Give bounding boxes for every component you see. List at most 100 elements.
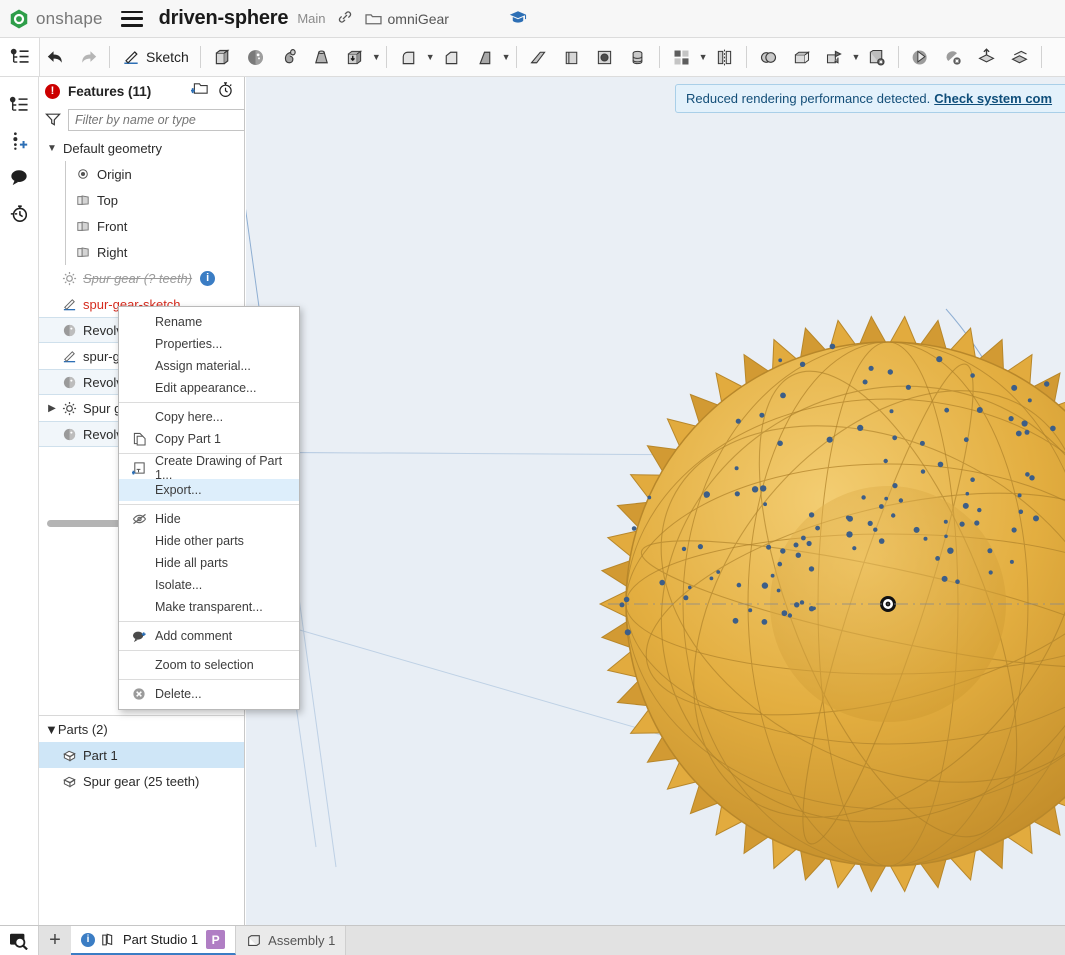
menu-item-isolate[interactable]: Isolate...: [119, 574, 299, 596]
features-header: ! Features (11): [39, 77, 244, 105]
part-row-part-1[interactable]: Part 1: [39, 742, 244, 768]
pattern-icon[interactable]: [665, 38, 698, 76]
sidebar-item-right[interactable]: Right: [39, 239, 244, 265]
chamfer-icon[interactable]: [435, 38, 468, 76]
toolbar-divider: [515, 46, 517, 68]
plane-icon[interactable]: [904, 38, 937, 76]
rollback-timer-icon[interactable]: [217, 81, 234, 101]
chevron-right-icon[interactable]: ▶: [45, 403, 59, 414]
zoom-to-fit-icon[interactable]: [0, 926, 39, 955]
menu-item-add-comment[interactable]: Add comment: [119, 625, 299, 647]
toolbar-divider: [109, 46, 110, 68]
rib-icon[interactable]: [522, 38, 555, 76]
feature-tree-icon[interactable]: [3, 87, 35, 123]
sidebar-item-origin[interactable]: Origin: [39, 161, 244, 187]
add-comment-icon: [127, 630, 151, 643]
menu-item-rename[interactable]: Rename: [119, 311, 299, 333]
folder-name[interactable]: omniGear: [388, 11, 449, 27]
link-icon[interactable]: [337, 9, 353, 28]
features-title: Features (11): [68, 83, 152, 99]
undo-button[interactable]: [40, 38, 72, 76]
onshape-logo-icon[interactable]: [8, 8, 30, 30]
chevron-down-icon[interactable]: ▼: [372, 52, 381, 62]
add-tab-button[interactable]: +: [39, 926, 71, 955]
menu-item-hide-other-parts[interactable]: Hide other parts: [119, 530, 299, 552]
thicken-icon[interactable]: [338, 38, 371, 76]
part-row-spur-gear[interactable]: Spur gear (25 teeth): [39, 768, 244, 794]
mirror-icon[interactable]: [708, 38, 741, 76]
part-icon: [59, 774, 79, 788]
chevron-down-icon[interactable]: ▼: [426, 52, 435, 62]
menu-separator: [119, 504, 299, 505]
history-icon[interactable]: [3, 195, 35, 231]
transform-icon[interactable]: [818, 38, 851, 76]
thread-icon[interactable]: [621, 38, 654, 76]
menu-separator: [119, 679, 299, 680]
parts-header[interactable]: ▼ Parts (2): [39, 716, 244, 742]
menu-item-zoom-to-selection[interactable]: Zoom to selection: [119, 654, 299, 676]
extrude-icon[interactable]: [206, 38, 239, 76]
shell-icon[interactable]: [555, 38, 588, 76]
toolbar-divider: [745, 46, 747, 68]
sweep-icon[interactable]: [272, 38, 305, 76]
tab-part-studio-1[interactable]: i Part Studio 1 P: [71, 926, 237, 955]
sidebar-item-front[interactable]: Front: [39, 213, 244, 239]
tree-group-default-geometry[interactable]: ▼ Default geometry: [39, 135, 244, 161]
menu-item-properties[interactable]: Properties...: [119, 333, 299, 355]
menu-item-create-drawing[interactable]: Create Drawing of Part 1...: [119, 454, 299, 482]
menu-item-hide[interactable]: Hide: [119, 508, 299, 530]
fillet-icon[interactable]: [392, 38, 425, 76]
menu-item-label: Hide: [155, 512, 181, 526]
menu-item-hide-all-parts[interactable]: Hide all parts: [119, 552, 299, 574]
menu-item-assign-material[interactable]: Assign material...: [119, 355, 299, 377]
tab-assembly-1[interactable]: Assembly 1: [236, 926, 347, 955]
menu-item-delete[interactable]: Delete...: [119, 683, 299, 705]
menu-item-export[interactable]: Export...: [119, 479, 299, 501]
banner-link[interactable]: Check system com: [934, 91, 1052, 106]
hide-eye-icon: [127, 513, 151, 525]
folder-icon[interactable]: [364, 12, 382, 26]
main-toolbar: Sketch ▼ ▼ ▼ ▼ ▼: [0, 38, 1065, 77]
document-title[interactable]: driven-sphere: [159, 7, 289, 30]
chevron-down-icon[interactable]: ▼: [699, 52, 708, 62]
filter-input[interactable]: [68, 109, 245, 131]
delete-part-icon[interactable]: [937, 38, 970, 76]
graduation-cap-icon[interactable]: [509, 9, 527, 28]
menu-separator: [119, 402, 299, 403]
chevron-down-icon[interactable]: ▼: [502, 52, 511, 62]
toolbar-divider: [658, 46, 660, 68]
feature-row-spur-gear[interactable]: Spur gear (? teeth) i: [39, 265, 244, 291]
sketch-button[interactable]: Sketch: [115, 38, 195, 76]
revolve-icon[interactable]: [239, 38, 272, 76]
add-variable-icon[interactable]: [3, 123, 35, 159]
menu-item-edit-appearance[interactable]: Edit appearance...: [119, 377, 299, 399]
boolean-icon[interactable]: [752, 38, 785, 76]
composite-part-icon[interactable]: [1003, 38, 1036, 76]
feature-list-toggle[interactable]: [0, 38, 40, 76]
branch-label[interactable]: Main: [297, 11, 325, 26]
split-icon[interactable]: [785, 38, 818, 76]
menu-item-copy-here[interactable]: Copy here...: [119, 406, 299, 428]
chevron-down-icon[interactable]: ▼: [852, 52, 861, 62]
redo-button[interactable]: [72, 38, 104, 76]
hole-icon[interactable]: [588, 38, 621, 76]
tree-horizontal-scrollbar[interactable]: [47, 520, 125, 527]
filter-icon[interactable]: [45, 112, 61, 129]
info-badge[interactable]: i: [200, 270, 216, 286]
chevron-down-icon[interactable]: ▼: [45, 143, 59, 154]
new-folder-icon[interactable]: [190, 81, 208, 101]
delete-face-icon[interactable]: [860, 38, 893, 76]
graphics-viewport[interactable]: [246, 77, 1065, 925]
draft-icon[interactable]: [468, 38, 501, 76]
chevron-down-icon[interactable]: ▼: [45, 722, 58, 737]
import-icon[interactable]: [970, 38, 1003, 76]
sidebar-item-top[interactable]: Top: [39, 187, 244, 213]
menu-item-label: Isolate...: [155, 578, 203, 592]
comment-icon[interactable]: [3, 159, 35, 195]
sketch-icon: [59, 297, 79, 312]
menu-item-make-transparent[interactable]: Make transparent...: [119, 596, 299, 618]
hamburger-icon[interactable]: [120, 10, 143, 27]
loft-icon[interactable]: [305, 38, 338, 76]
menu-item-label: Add comment: [155, 629, 233, 643]
menu-item-copy-part[interactable]: Copy Part 1: [119, 428, 299, 450]
